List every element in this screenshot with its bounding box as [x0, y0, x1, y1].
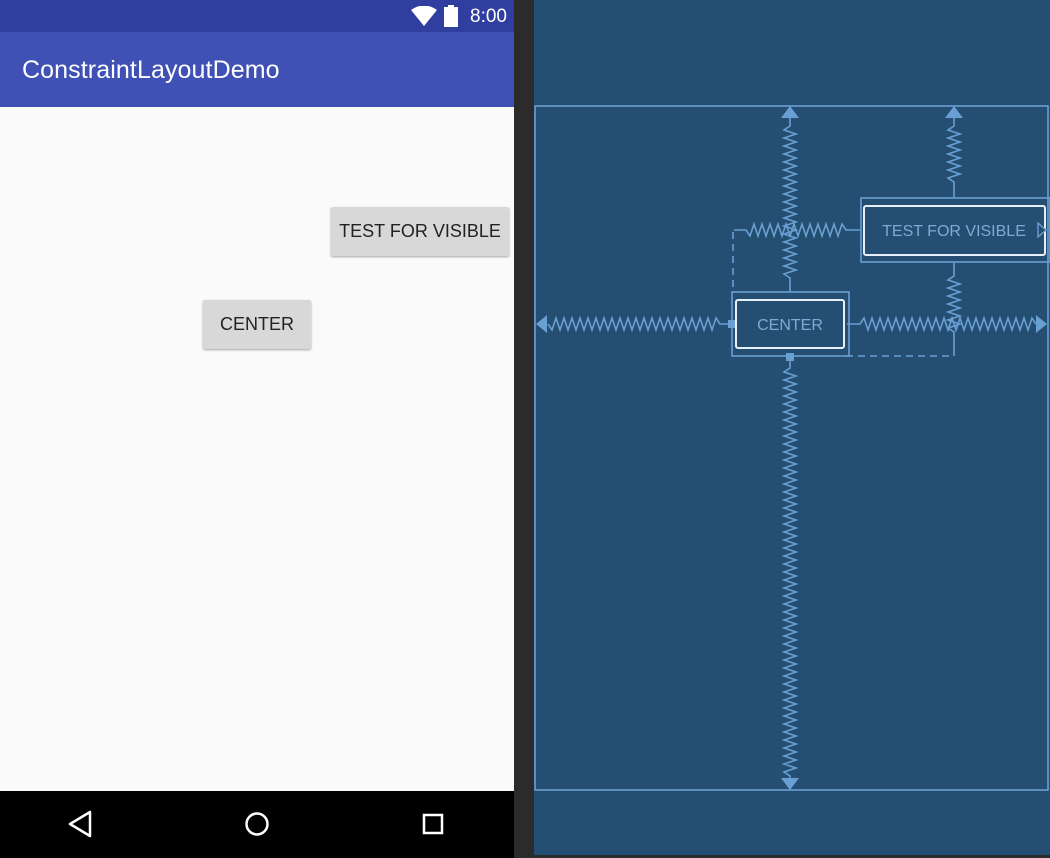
home-icon[interactable]: [235, 804, 279, 844]
test-top-arrow: [945, 106, 963, 118]
device-preview: 8:00 ConstraintLayoutDemo TEST FOR VISIB…: [0, 0, 514, 858]
test-for-visible-button[interactable]: TEST FOR VISIBLE: [331, 207, 509, 256]
app-title: ConstraintLayoutDemo: [22, 56, 280, 84]
app-bar: ConstraintLayoutDemo: [0, 32, 514, 107]
back-icon[interactable]: [58, 804, 102, 844]
status-bar: 8:00: [0, 0, 514, 32]
center-left-constraint: [547, 315, 731, 333]
center-top-constraint: [781, 116, 799, 292]
test-bottom-constraint: [945, 263, 963, 356]
navigation-bar: [0, 791, 514, 858]
blueprint-view: .ln { stroke:#6a9fd3; stroke-width:1.6; …: [534, 0, 1050, 855]
test-widget-label: TEST FOR VISIBLE: [882, 223, 1026, 240]
center-left-arrow: [536, 315, 547, 333]
center-top-arrow: [781, 106, 799, 118]
battery-icon: [444, 5, 458, 27]
wifi-icon: [411, 6, 437, 26]
recents-icon[interactable]: [411, 804, 455, 844]
center-bottom-anchor: [786, 353, 794, 361]
center-widget-label: CENTER: [757, 317, 823, 334]
center-bottom-arrow: [781, 778, 799, 790]
center-right-arrow: [1036, 315, 1047, 333]
status-time: 8:00: [470, 6, 507, 27]
center-button[interactable]: CENTER: [203, 300, 311, 349]
panel-divider: [514, 0, 534, 858]
center-right-constraint: [847, 315, 1037, 333]
center-bottom-constraint: [781, 358, 799, 780]
test-top-constraint: [945, 116, 963, 198]
